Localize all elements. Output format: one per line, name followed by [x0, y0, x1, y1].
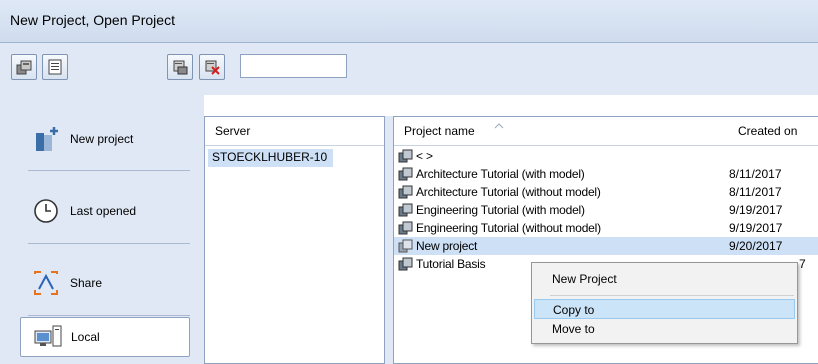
nav-share[interactable]: Share — [20, 261, 190, 307]
project-name: Engineering Tutorial (without model) — [416, 221, 601, 235]
nav-new-project-label: New project — [70, 132, 134, 146]
created-on-column-header[interactable]: Created on — [728, 117, 818, 146]
document-icon — [48, 59, 62, 75]
project-icon — [398, 221, 413, 235]
nav-last-opened[interactable]: Last opened — [20, 189, 190, 235]
project-name: Architecture Tutorial (without model) — [416, 185, 601, 199]
project-name-column-header[interactable]: Project name — [394, 117, 729, 146]
project-settings-icon — [16, 60, 32, 75]
project-icon — [398, 185, 413, 199]
project-row-selected[interactable]: New project 9/20/2017 — [394, 237, 818, 255]
server-delete-icon — [205, 60, 220, 75]
menu-item-copy-to[interactable]: Copy to — [534, 299, 795, 319]
location-sidebar: New project Last opened Share Local — [0, 95, 204, 364]
menu-item-copy-to-label: Copy to — [553, 303, 595, 317]
project-row[interactable]: Architecture Tutorial (without model) 8/… — [394, 183, 818, 201]
project-name-header-label: Project name — [404, 124, 475, 138]
project-icon — [398, 239, 413, 253]
server-list: Server STOECKLHUBER-10 — [204, 116, 385, 364]
nav-divider — [28, 315, 190, 316]
nav-divider — [28, 243, 190, 244]
context-menu: New Project Copy to Move to — [531, 262, 798, 344]
project-name: Tutorial Basis — [416, 257, 486, 271]
search-input[interactable] — [240, 54, 347, 78]
nav-local-label: Local — [71, 330, 100, 344]
nav-last-opened-label: Last opened — [70, 204, 137, 218]
nav-local[interactable]: Local — [20, 317, 190, 357]
title-bar: New Project, Open Project — [0, 0, 818, 43]
project-icon — [398, 203, 413, 217]
computer-icon — [34, 325, 62, 347]
project-row[interactable]: Engineering Tutorial (with model) 9/19/2… — [394, 201, 818, 219]
project-name: New project — [416, 239, 478, 253]
project-settings-button[interactable] — [11, 54, 37, 80]
project-name: < > — [416, 149, 433, 163]
menu-item-new-project[interactable]: New Project — [534, 269, 795, 289]
server-name: STOECKLHUBER-10 — [212, 150, 328, 164]
menu-item-move-to[interactable]: Move to — [534, 319, 795, 339]
project-row[interactable]: Engineering Tutorial (without model) 9/1… — [394, 219, 818, 237]
server-add-icon — [173, 60, 188, 75]
menu-item-move-to-label: Move to — [552, 322, 595, 336]
new-project-icon — [36, 127, 58, 151]
nav-new-project[interactable]: New project — [20, 117, 190, 163]
window-title: New Project, Open Project — [10, 12, 175, 28]
menu-separator — [550, 295, 794, 296]
project-name: Architecture Tutorial (with model) — [416, 167, 585, 181]
server-column-header[interactable]: Server — [205, 117, 384, 146]
project-icon — [398, 167, 413, 181]
project-info-button[interactable] — [42, 54, 68, 80]
project-created-date: 9/19/2017 — [729, 221, 783, 235]
pane-splitter[interactable] — [385, 116, 393, 364]
project-created-date: 9/19/2017 — [729, 203, 783, 217]
remove-server-button[interactable] — [199, 54, 225, 80]
project-created-date: 8/11/2017 — [729, 185, 782, 199]
project-icon — [398, 257, 413, 271]
created-on-header-label: Created on — [738, 124, 798, 138]
server-header-label: Server — [215, 124, 251, 138]
project-created-date: 9/20/2017 — [729, 239, 783, 253]
project-row[interactable]: Architecture Tutorial (with model) 8/11/… — [394, 165, 818, 183]
project-name: Engineering Tutorial (with model) — [416, 203, 585, 217]
nav-share-label: Share — [70, 276, 103, 290]
project-icon — [398, 149, 413, 163]
nav-divider — [28, 170, 190, 171]
share-icon — [34, 271, 58, 295]
project-created-date: 8/11/2017 — [729, 167, 782, 181]
sort-ascending-icon — [494, 123, 504, 129]
add-server-button[interactable] — [167, 54, 193, 80]
new-project-dialog: New Project, Open Project New project La… — [0, 0, 818, 364]
server-row[interactable]: STOECKLHUBER-10 — [208, 149, 333, 167]
toolbar — [0, 43, 818, 95]
project-created-date: 7 — [799, 257, 806, 271]
menu-item-new-project-label: New Project — [552, 272, 617, 286]
clock-icon — [34, 199, 58, 223]
project-row[interactable]: < > — [394, 147, 818, 165]
